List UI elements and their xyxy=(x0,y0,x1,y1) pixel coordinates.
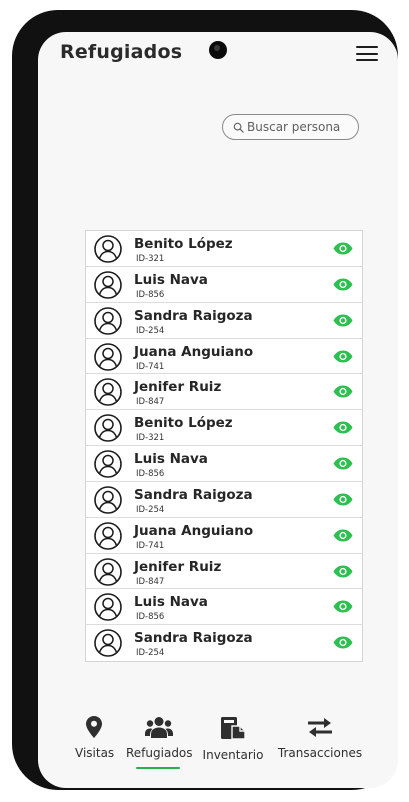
view-eye-icon[interactable] xyxy=(333,421,353,434)
person-name: Benito López xyxy=(134,415,233,432)
transfer-icon xyxy=(308,718,332,737)
list-item[interactable]: Sandra Raigoza ID-254 xyxy=(86,303,362,339)
nav-refugiados[interactable]: Refugiados xyxy=(126,716,193,760)
person-id: ID-254 xyxy=(136,325,165,336)
person-name: Luis Nava xyxy=(134,594,208,611)
person-id: ID-741 xyxy=(136,540,165,551)
active-tab-indicator xyxy=(136,767,180,769)
menu-bar-icon xyxy=(356,52,378,55)
user-avatar-icon xyxy=(94,306,122,335)
person-id: ID-321 xyxy=(136,433,165,444)
nav-transacciones[interactable]: Transacciones xyxy=(277,716,363,760)
person-id: ID-741 xyxy=(136,361,165,372)
person-id: ID-856 xyxy=(136,469,165,480)
user-avatar-icon xyxy=(94,486,122,514)
app-screen: Refugiados Benito López ID-321 xyxy=(38,32,398,788)
view-eye-icon[interactable] xyxy=(333,565,353,578)
person-name: Benito López xyxy=(134,236,233,252)
person-name: Juana Anguiano xyxy=(134,343,254,360)
person-name: Sandra Raigoza xyxy=(134,307,253,324)
phone-frame: Refugiados Benito López ID-321 xyxy=(12,10,398,790)
person-name: Jenifer Ruiz xyxy=(134,379,222,396)
person-name: Sandra Raigoza xyxy=(134,486,253,503)
list-item[interactable]: Luis Nava ID-856 xyxy=(86,267,362,303)
user-avatar-icon xyxy=(94,271,122,299)
view-eye-icon[interactable] xyxy=(333,350,353,363)
inventory-icon xyxy=(221,717,246,740)
nav-label: Inventario xyxy=(202,748,264,762)
users-icon xyxy=(145,717,173,738)
person-id: ID-847 xyxy=(136,397,165,408)
view-eye-icon[interactable] xyxy=(333,600,353,613)
menu-bar-icon xyxy=(356,59,378,62)
bottom-nav: Visitas Refugiados Inventario Transaccio… xyxy=(38,716,398,776)
nav-visitas[interactable]: Visitas xyxy=(75,716,115,760)
refugee-list: Benito López ID-321 Luis Nava ID-856 San… xyxy=(85,230,363,663)
user-avatar-icon xyxy=(94,593,122,622)
view-eye-icon[interactable] xyxy=(333,636,353,649)
view-eye-icon[interactable] xyxy=(333,278,353,291)
list-item[interactable]: Luis Nava ID-856 xyxy=(86,446,362,482)
user-avatar-icon xyxy=(94,414,122,443)
view-eye-icon[interactable] xyxy=(333,242,353,255)
nav-label: Refugiados xyxy=(126,746,193,760)
person-name: Luis Nava xyxy=(134,451,208,468)
view-eye-icon[interactable] xyxy=(333,314,353,327)
page-title: Refugiados xyxy=(60,41,183,63)
view-eye-icon[interactable] xyxy=(333,493,353,506)
menu-bar-icon xyxy=(356,46,378,49)
person-id: ID-856 xyxy=(136,612,165,623)
list-item[interactable]: Sandra Raigoza ID-254 xyxy=(86,482,362,518)
list-item[interactable]: Juana Anguiano ID-741 xyxy=(86,518,362,554)
person-name: Luis Nava xyxy=(134,271,208,288)
user-avatar-icon xyxy=(94,235,122,263)
search-icon xyxy=(233,122,244,133)
front-camera xyxy=(209,41,227,59)
person-id: ID-321 xyxy=(136,254,165,264)
search-input[interactable] xyxy=(247,120,357,134)
user-avatar-icon xyxy=(94,342,122,371)
search-box[interactable] xyxy=(222,114,359,140)
list-item[interactable]: Sandra Raigoza ID-254 xyxy=(86,625,362,661)
person-id: ID-254 xyxy=(136,648,165,659)
list-item[interactable]: Juana Anguiano ID-741 xyxy=(86,339,362,375)
nav-label: Transacciones xyxy=(277,746,363,760)
person-id: ID-254 xyxy=(136,504,165,515)
hamburger-menu-button[interactable] xyxy=(356,46,378,62)
person-name: Jenifer Ruiz xyxy=(134,558,222,575)
user-avatar-icon xyxy=(94,378,122,407)
list-item[interactable]: Jenifer Ruiz ID-847 xyxy=(86,554,362,590)
nav-inventario[interactable]: Inventario xyxy=(202,716,264,762)
view-eye-icon[interactable] xyxy=(333,385,353,398)
user-avatar-icon xyxy=(94,557,122,586)
list-item[interactable]: Jenifer Ruiz ID-847 xyxy=(86,374,362,411)
person-id: ID-847 xyxy=(136,576,165,587)
person-id: ID-856 xyxy=(136,289,165,300)
view-eye-icon[interactable] xyxy=(333,457,353,470)
user-avatar-icon xyxy=(94,629,122,658)
map-pin-icon xyxy=(86,716,102,738)
person-name: Sandra Raigoza xyxy=(134,630,253,647)
list-item[interactable]: Benito López ID-321 xyxy=(86,410,362,447)
list-item[interactable]: Luis Nava ID-856 xyxy=(86,589,362,626)
list-item[interactable]: Benito López ID-321 xyxy=(86,231,362,267)
user-avatar-icon xyxy=(94,450,122,478)
person-name: Juana Anguiano xyxy=(134,522,254,539)
nav-label: Visitas xyxy=(75,746,115,760)
view-eye-icon[interactable] xyxy=(333,529,353,542)
user-avatar-icon xyxy=(94,521,122,550)
